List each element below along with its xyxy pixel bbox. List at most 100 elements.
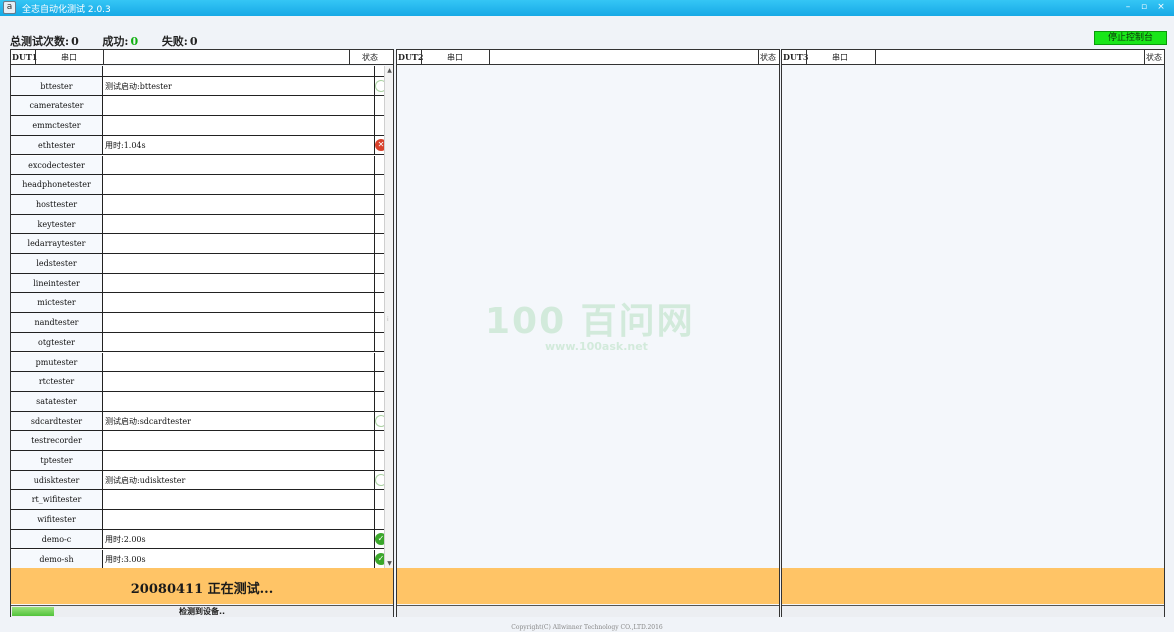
test-row-udisktester[interactable]: udisktester 测试启动:udisktester bbox=[11, 470, 384, 491]
total-value: 0 bbox=[71, 35, 79, 48]
test-status-cell: ✓ bbox=[374, 529, 384, 549]
test-row-ledarraytester[interactable]: ledarraytester bbox=[11, 234, 384, 254]
test-status-cell bbox=[374, 470, 384, 490]
scroll-down-icon[interactable]: ▼ bbox=[385, 559, 394, 568]
test-row-demo-c[interactable]: demo-c 用时:2.00s ✓ bbox=[11, 529, 384, 550]
test-name: batterytester bbox=[11, 66, 103, 76]
test-row-rtctester[interactable]: rtctester bbox=[11, 372, 384, 392]
test-info bbox=[104, 353, 374, 372]
test-name: lineintester bbox=[11, 273, 103, 293]
running-icon bbox=[375, 473, 384, 486]
test-row-headphonetester[interactable]: headphonetester bbox=[11, 175, 384, 195]
test-info bbox=[104, 372, 374, 391]
test-info bbox=[104, 392, 374, 411]
dut1-label: DUT1 bbox=[12, 52, 38, 62]
test-status-cell bbox=[374, 332, 384, 352]
test-row-tptester[interactable]: tptester bbox=[11, 451, 384, 471]
test-name: ledarraytester bbox=[11, 234, 103, 253]
test-name: satatester bbox=[11, 391, 103, 411]
test-name: ethtester bbox=[11, 135, 103, 155]
test-name: sdcardtester bbox=[11, 411, 103, 431]
test-status-cell bbox=[374, 155, 384, 175]
dut1-status-message: 20080411 正在测试... bbox=[130, 582, 274, 597]
test-row-bttester[interactable]: bttester 测试启动:bttester bbox=[11, 76, 384, 97]
scroll-up-icon[interactable]: ▲ bbox=[385, 66, 394, 75]
fail-label: 失败: bbox=[161, 35, 188, 48]
test-row-wifitester[interactable]: wifitester bbox=[11, 510, 384, 530]
dut1-progress-label: 检测到设备.. bbox=[178, 607, 226, 616]
scroll-grip-icon[interactable]: ⁞ bbox=[387, 316, 391, 324]
test-info: 测试启动:sdcardtester bbox=[105, 416, 191, 426]
test-status-cell bbox=[374, 66, 384, 76]
minimize-button[interactable]: – bbox=[1120, 1, 1136, 13]
test-info bbox=[104, 451, 374, 470]
test-row-testrecorder[interactable]: testrecorder bbox=[11, 431, 384, 451]
success-value: 0 bbox=[130, 35, 139, 48]
test-status-cell bbox=[374, 391, 384, 411]
test-name: mictester bbox=[11, 293, 103, 313]
test-row-otgtester[interactable]: otgtester bbox=[11, 332, 384, 353]
dut1-scrollbar[interactable]: ▲ ⁞ ▼ bbox=[384, 66, 393, 568]
dut2-state-header: 状态 bbox=[760, 53, 776, 62]
test-row-emmctester[interactable]: emmctester bbox=[11, 116, 384, 136]
dut1-state-header: 状态 bbox=[362, 53, 378, 62]
test-row-excodectester[interactable]: excodectester bbox=[11, 155, 384, 176]
test-row-sdcardtester[interactable]: sdcardtester 测试启动:sdcardtester bbox=[11, 411, 384, 432]
fail-value: 0 bbox=[189, 35, 198, 48]
test-row-rt_wifitester[interactable]: rt_wifitester bbox=[11, 490, 384, 511]
test-stats: 总测试次数: 0 成功: 0 失败: 0 bbox=[10, 33, 200, 49]
test-name: pmutester bbox=[11, 352, 103, 372]
test-info bbox=[104, 96, 374, 115]
test-info bbox=[104, 66, 374, 76]
maximize-button[interactable]: ▫ bbox=[1136, 1, 1152, 13]
dut2-port-header: 串口 bbox=[447, 53, 463, 62]
test-row-keytester[interactable]: keytester bbox=[11, 214, 384, 235]
test-info bbox=[104, 175, 374, 194]
dut3-header: DUT3 串口 状态 bbox=[782, 50, 1164, 65]
success-label: 成功: bbox=[102, 35, 129, 48]
dut1-progress-bar: 检测到设备.. bbox=[11, 605, 393, 617]
test-status-cell bbox=[374, 254, 384, 273]
dut3-port-header: 串口 bbox=[832, 53, 848, 62]
test-info bbox=[104, 116, 374, 135]
test-status-cell bbox=[374, 76, 384, 96]
total-label: 总测试次数: bbox=[10, 35, 70, 48]
test-info bbox=[104, 254, 374, 273]
test-info bbox=[104, 490, 374, 509]
test-row-nandtester[interactable]: nandtester bbox=[11, 313, 384, 333]
test-row-hosttester[interactable]: hosttester bbox=[11, 194, 384, 215]
test-info bbox=[104, 156, 374, 175]
test-row-cameratester[interactable]: cameratester bbox=[11, 96, 384, 117]
test-row-ledstester[interactable]: ledstester bbox=[11, 254, 384, 274]
test-info: 用时:1.04s bbox=[105, 140, 146, 150]
test-row-batterytester[interactable]: batterytester bbox=[11, 66, 384, 77]
test-row-ethtester[interactable]: ethtester 用时:1.04s ✕ bbox=[11, 135, 384, 156]
test-row-demo-sh[interactable]: demo-sh 用时:3.00s ✓ bbox=[11, 549, 384, 568]
test-row-lineintester[interactable]: lineintester bbox=[11, 273, 384, 294]
dut1-status-band: 20080411 正在测试... bbox=[11, 568, 393, 604]
test-info: 用时:3.00s bbox=[105, 554, 146, 564]
test-status-cell bbox=[374, 96, 384, 116]
test-status-cell bbox=[374, 372, 384, 391]
test-name: nandtester bbox=[11, 313, 103, 332]
pass-icon: ✓ bbox=[375, 552, 384, 565]
dut1-port-header: 串口 bbox=[61, 53, 77, 62]
test-name: wifitester bbox=[11, 510, 103, 529]
test-row-pmutester[interactable]: pmutester bbox=[11, 352, 384, 373]
pass-icon: ✓ bbox=[375, 532, 384, 545]
test-row-satatester[interactable]: satatester bbox=[11, 391, 384, 412]
test-status-cell bbox=[374, 273, 384, 293]
fail-icon: ✕ bbox=[375, 138, 384, 151]
window-title: 全志自动化测试 2.0.3 bbox=[22, 5, 111, 15]
test-row-mictester[interactable]: mictester bbox=[11, 293, 384, 314]
test-name: tptester bbox=[11, 451, 103, 470]
app-icon: a bbox=[3, 1, 16, 14]
test-status-cell: ✓ bbox=[374, 549, 384, 568]
test-name: udisktester bbox=[11, 470, 103, 490]
dut1-panel: DUT1 串口 状态 batterytesterbttester测试启动:btt… bbox=[10, 49, 394, 617]
test-status-cell: ✕ bbox=[374, 135, 384, 155]
test-status-cell bbox=[374, 411, 384, 431]
test-info bbox=[104, 333, 374, 352]
stop-console-button[interactable]: 停止控制台 bbox=[1094, 31, 1167, 45]
close-button[interactable]: × bbox=[1153, 1, 1169, 13]
